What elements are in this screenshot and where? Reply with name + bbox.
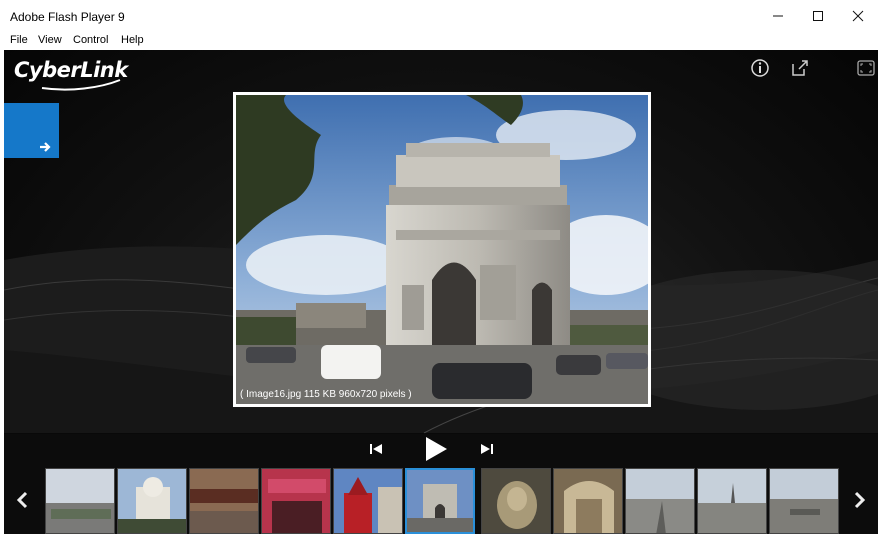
thumbnail-image xyxy=(190,469,258,533)
menu-view[interactable]: View xyxy=(38,34,62,46)
maximize-button[interactable] xyxy=(798,0,838,32)
thumbnail-8[interactable] xyxy=(553,468,623,534)
thumbnail-3[interactable] xyxy=(189,468,259,534)
chevron-right-icon xyxy=(854,491,866,508)
fullscreen-icon[interactable] xyxy=(856,58,876,78)
photo-frame: ( Image16.jpg 115 KB 960x720 pixels ) xyxy=(233,92,651,407)
logo-swoosh xyxy=(41,79,121,91)
thumbnail-image xyxy=(482,469,550,533)
thumbnail-image xyxy=(698,469,766,533)
thumbnail-image xyxy=(46,469,114,533)
chevron-left-icon xyxy=(16,491,28,508)
thumbnails-prev-button[interactable] xyxy=(4,465,40,534)
thumbnail-image xyxy=(407,470,473,532)
thumbnail-11[interactable] xyxy=(769,468,839,534)
thumbnail-1[interactable] xyxy=(45,468,115,534)
title-bar: Adobe Flash Player 9 xyxy=(0,0,878,32)
thumbnails-next-button[interactable] xyxy=(842,465,878,534)
thumbnail-7[interactable] xyxy=(481,468,551,534)
thumbnail-image xyxy=(626,469,694,533)
playback-controls xyxy=(4,433,878,465)
menu-file[interactable]: File xyxy=(10,34,28,46)
thumbnail-6-selected[interactable] xyxy=(405,468,475,534)
main-photo[interactable]: ( Image16.jpg 115 KB 960x720 pixels ) xyxy=(236,95,648,404)
play-icon[interactable] xyxy=(423,436,449,462)
arc-de-triomphe-image xyxy=(236,95,648,404)
next-icon[interactable] xyxy=(480,443,494,455)
thumbnail-5[interactable] xyxy=(333,468,403,534)
thumbnail-strip xyxy=(4,465,878,534)
menu-control[interactable]: Control xyxy=(73,34,108,46)
player-stage: CyberLink (Image16.jpg 115 KB 960x720 p… xyxy=(4,50,878,534)
thumbnail-9[interactable] xyxy=(625,468,695,534)
close-button[interactable] xyxy=(838,0,878,32)
thumbnail-10[interactable] xyxy=(697,468,767,534)
thumbnail-2[interactable] xyxy=(117,468,187,534)
next-panel-button[interactable] xyxy=(4,103,59,158)
thumbnail-image xyxy=(770,469,838,533)
minimize-button[interactable] xyxy=(758,0,798,32)
photo-caption: ( Image16.jpg 115 KB 960x720 pixels ) xyxy=(240,389,412,400)
menu-bar: File View Control Help xyxy=(0,32,878,50)
thumbnail-image xyxy=(334,469,402,533)
popout-icon[interactable] xyxy=(790,58,810,78)
window-title: Adobe Flash Player 9 xyxy=(10,10,125,24)
thumbnail-image xyxy=(118,469,186,533)
arrow-right-icon xyxy=(40,142,51,152)
previous-icon[interactable] xyxy=(369,443,383,455)
thumbnail-image xyxy=(262,469,330,533)
info-icon[interactable] xyxy=(750,58,770,78)
thumbnail-image xyxy=(554,469,622,533)
menu-help[interactable]: Help xyxy=(121,34,144,46)
thumbnail-4[interactable] xyxy=(261,468,331,534)
